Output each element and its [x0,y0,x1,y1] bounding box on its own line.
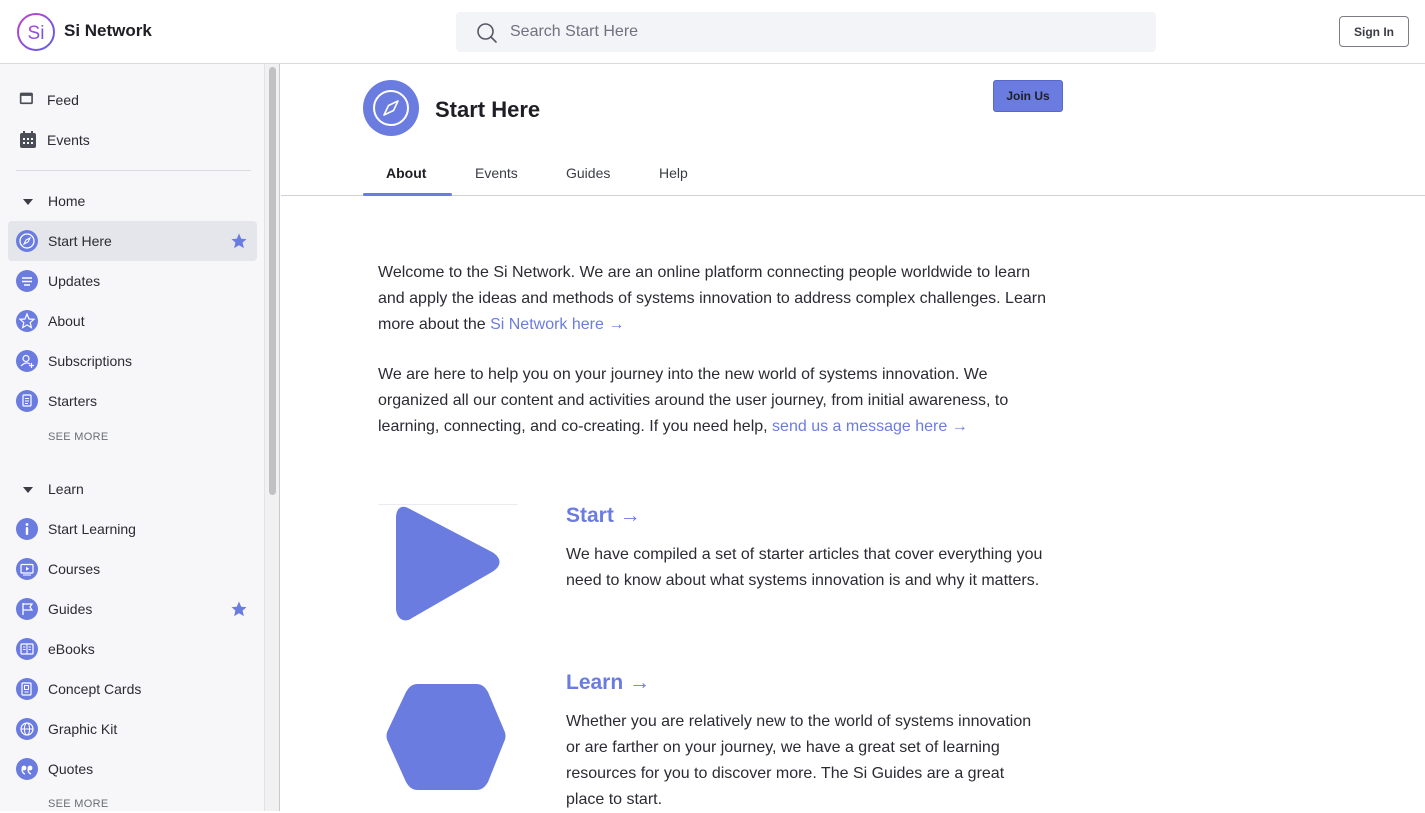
search-bar[interactable] [456,12,1156,52]
sidebar-item-concept-cards[interactable]: Concept Cards [8,669,257,709]
globe-icon [16,718,38,740]
scrollbar-thumb[interactable] [269,67,276,495]
sidebar-item-label: Start Learning [48,521,136,537]
si-network-link[interactable]: Si Network here → [490,316,624,333]
book-icon [16,638,38,660]
star-outline-icon [16,310,38,332]
info-icon [16,518,38,540]
video-icon [16,558,38,580]
sidebar-item-ebooks[interactable]: eBooks [8,629,257,669]
quote-icon [16,758,38,780]
sidebar-divider [16,170,251,171]
sidebar-item-start-learning[interactable]: Start Learning [8,509,257,549]
section-toggle-learn[interactable]: Learn [8,469,257,509]
tab-help[interactable]: Help [659,165,688,181]
sidebar-item-label: Start Here [48,233,112,249]
cards-icon [16,678,38,700]
sign-in-button[interactable]: Sign In [1339,16,1409,47]
feature-learn-title[interactable]: Learn → [566,671,650,695]
sidebar-item-label: Updates [48,273,101,289]
sidebar-item-quotes[interactable]: Quotes [8,749,257,789]
sidebar-scrollbar[interactable] [265,64,280,811]
sidebar-item-label: eBooks [48,641,95,657]
intro-paragraph-2: We are here to help you on your journey … [378,362,1048,440]
sidebar-item-label: Subscriptions [48,353,133,369]
sidebar-item-feed[interactable]: Feed [8,80,257,120]
sidebar-item-guides[interactable]: Guides [8,589,257,629]
sidebar-item-graphic-kit[interactable]: Graphic Kit [8,709,257,749]
sidebar: Feed Events Home Start Here Updates Abou… [0,64,265,811]
sidebar-item-label: About [48,313,85,329]
main-content: Start Here Join Us About Events Guides H… [281,64,1425,811]
user-plus-icon [16,350,38,372]
page-title: Start Here [435,97,541,122]
sidebar-item-updates[interactable]: Updates [8,261,257,301]
lines-icon [16,270,38,292]
intro-text-1: Welcome to the Si Network. We are an onl… [378,264,1046,333]
join-us-button[interactable]: Join Us [993,80,1063,112]
flag-icon [16,598,38,620]
sidebar-item-label: Concept Cards [48,681,142,697]
search-icon [477,23,497,43]
section-toggle-home[interactable]: Home [8,181,257,221]
compass-icon [16,230,38,252]
sidebar-item-label: Feed [47,92,79,108]
feature-start-text: We have compiled a set of starter articl… [566,546,1043,589]
si-logo-icon[interactable]: Si [16,12,56,52]
sidebar-item-label: Courses [48,561,101,577]
see-more-learn-link[interactable]: SEE MORE [48,798,108,810]
tab-events[interactable]: Events [475,165,518,181]
see-more-home-link[interactable]: SEE MORE [48,431,108,443]
tab-bar: About Events Guides Help [281,152,1425,196]
search-input[interactable] [510,12,1130,52]
feature-learn-text: Whether you are relatively new to the wo… [566,713,1032,808]
caret-down-icon [23,487,33,493]
sidebar-item-about[interactable]: About [8,301,257,341]
intro-paragraph-1: Welcome to the Si Network. We are an onl… [378,260,1048,338]
hexagon-icon[interactable] [378,676,518,796]
star-icon[interactable] [230,232,248,250]
brand-name[interactable]: Si Network [64,21,152,41]
section-title-learn: Learn [48,481,84,497]
sidebar-item-label: Guides [48,601,93,617]
play-triangle-icon[interactable] [378,504,518,624]
svg-text:Si: Si [28,23,45,44]
sidebar-item-courses[interactable]: Courses [8,549,257,589]
star-icon[interactable] [230,600,248,618]
document-icon [16,390,38,412]
sidebar-item-label: Graphic Kit [48,721,118,737]
active-tab-indicator [363,193,452,196]
sidebar-item-label: Events [47,132,90,148]
sidebar-item-events[interactable]: Events [8,120,257,160]
tab-about[interactable]: About [386,165,426,181]
sidebar-item-start-here[interactable]: Start Here [8,221,257,261]
top-bar: Si Si Network Sign In [0,0,1425,64]
calendar-icon [20,131,36,148]
compass-icon [363,80,419,136]
send-message-link[interactable]: send us a message here → [772,418,968,435]
feed-icon [19,92,33,105]
sidebar-item-label: Starters [48,393,98,409]
sidebar-item-label: Quotes [48,761,94,777]
feature-start-title[interactable]: Start → [566,504,641,528]
caret-down-icon [23,199,33,205]
sidebar-item-subscriptions[interactable]: Subscriptions [8,341,257,381]
section-title-home: Home [48,193,86,209]
sidebar-item-starters[interactable]: Starters [8,381,257,421]
tab-guides[interactable]: Guides [566,165,610,181]
